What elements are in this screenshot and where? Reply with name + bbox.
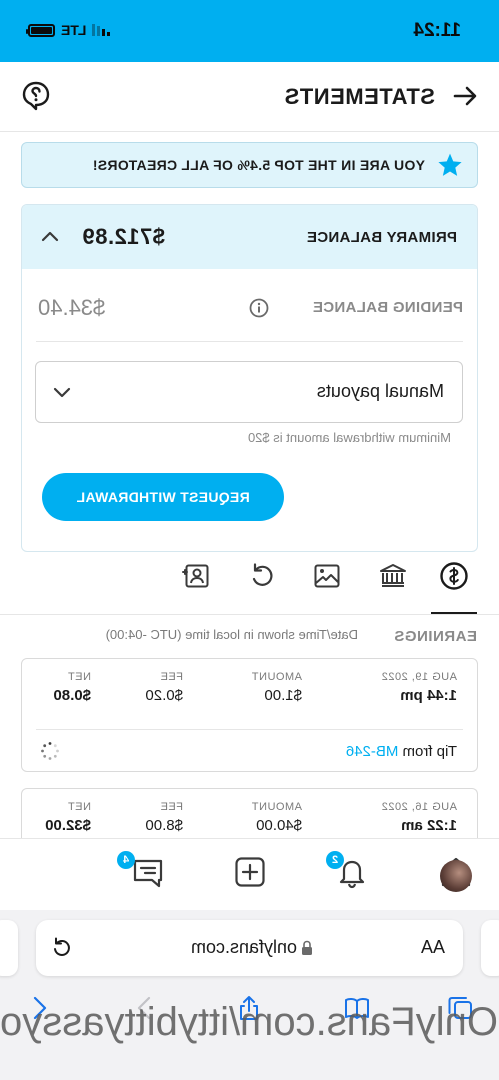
earning-description-text: Tip from <box>402 743 457 760</box>
payout-method-value: Manual payouts <box>316 381 444 401</box>
messages-icon[interactable] <box>131 855 165 889</box>
primary-balance-label: PRIMARY BALANCE <box>306 229 457 246</box>
chevron-down-icon <box>53 387 71 398</box>
signal-icon <box>92 24 111 36</box>
amount-value: $1.00 <box>264 687 302 704</box>
balance-card: PRIMARY BALANCE $712.89 PENDING BALANCE … <box>21 204 478 552</box>
url-text: onlyfans.com <box>190 937 297 957</box>
amount-column-header: AMOUNT <box>251 671 302 683</box>
info-icon[interactable] <box>249 298 269 318</box>
earning-row: AUG 19, 2022 1:44 pm AMOUNT $1.00 FEE $0… <box>21 658 478 772</box>
image-icon[interactable] <box>312 561 342 591</box>
lock-icon <box>302 940 312 955</box>
net-value: $0.80 <box>53 687 91 704</box>
earning-fee: FEE $8.00 <box>145 801 183 834</box>
avatar[interactable] <box>440 860 472 892</box>
battery-icon <box>28 23 55 37</box>
user-card-icon[interactable] <box>181 561 211 591</box>
page-header: STATEMENTS <box>0 62 499 132</box>
earning-description: Tip from MB-246 <box>346 743 457 760</box>
page-title: STATEMENTS <box>284 84 435 109</box>
watermark-text: OnlyFans.com/ittybittyassyo <box>0 1000 498 1044</box>
star-icon <box>438 153 462 176</box>
pending-balance-amount: $34.40 <box>38 295 106 320</box>
notifications-badge: 2 <box>326 851 344 869</box>
reader-settings-button[interactable]: AA <box>421 937 445 958</box>
pending-balance-row: PENDING BALANCE $34.40 <box>22 287 477 327</box>
net-column-header: NET <box>67 801 92 813</box>
amount-column-header: AMOUNT <box>251 801 302 813</box>
divider <box>36 341 463 342</box>
earning-net: NET $32.00 <box>45 801 91 834</box>
net-column-header: NET <box>67 671 92 683</box>
earning-date: AUG 16, 2022 1:22 am <box>381 801 457 834</box>
redo-icon[interactable] <box>247 561 277 591</box>
add-post-icon[interactable] <box>233 855 267 889</box>
status-bar: 11:24 LTE <box>0 0 499 62</box>
reload-icon[interactable] <box>50 936 74 960</box>
fee-column-header: FEE <box>160 671 183 683</box>
earning-time-value: 1:22 am <box>401 817 457 834</box>
net-value: $32.00 <box>45 817 91 834</box>
divider <box>36 729 463 730</box>
earning-date-value: AUG 19, 2022 <box>381 671 457 683</box>
address-bar[interactable]: AA onlyfans.com <box>36 920 463 976</box>
previous-tab-preview[interactable] <box>481 920 499 976</box>
fee-value: $8.00 <box>145 817 183 834</box>
earning-date-value: AUG 16, 2022 <box>381 801 457 813</box>
dollar-circle-icon[interactable] <box>439 561 469 591</box>
tipper-link[interactable]: MB-246 <box>346 743 399 760</box>
request-withdrawal-button[interactable]: REQUEST WITHDRAWAL <box>42 473 284 521</box>
network-type: LTE <box>61 22 87 38</box>
primary-balance-amount: $712.89 <box>82 224 166 249</box>
status-time: 11:24 <box>413 20 461 41</box>
chevron-up-icon[interactable] <box>40 227 60 247</box>
earning-time-value: 1:44 pm <box>400 687 457 704</box>
divider <box>0 614 499 615</box>
arrow-left-icon[interactable] <box>451 82 479 110</box>
browser-chrome: AA onlyfans.com OnlyFans.com/ittybittyas… <box>0 910 499 1080</box>
earning-date: AUG 19, 2022 1:44 pm <box>381 671 457 704</box>
banner-text: YOU ARE IN THE TOP 5.4% OF ALL CREATORS! <box>92 157 426 173</box>
next-tab-preview[interactable] <box>0 920 18 976</box>
status-indicators: LTE <box>28 22 111 38</box>
primary-balance-row[interactable]: PRIMARY BALANCE $712.89 <box>22 205 477 269</box>
help-icon[interactable] <box>22 81 50 111</box>
bottom-tab-bar: 2 4 <box>0 838 499 910</box>
earning-amount: AMOUNT $1.00 <box>251 671 302 704</box>
pending-balance-label: PENDING BALANCE <box>312 299 463 316</box>
fee-value: $0.20 <box>145 687 183 704</box>
bank-icon[interactable] <box>378 561 408 591</box>
statement-tabs <box>0 555 499 615</box>
amount-value: $40.00 <box>256 817 302 834</box>
timezone-note: Date/Time shown in local time (UTC -04:0… <box>105 627 358 642</box>
fee-column-header: FEE <box>160 801 183 813</box>
earnings-header: EARNINGS Date/Time shown in local time (… <box>0 625 499 649</box>
messages-badge: 4 <box>117 851 135 869</box>
earning-fee: FEE $0.20 <box>145 671 183 704</box>
loading-spinner-icon <box>41 742 59 760</box>
earnings-title: EARNINGS <box>393 628 477 645</box>
payout-method-select[interactable]: Manual payouts <box>35 361 463 423</box>
earning-amount: AMOUNT $40.00 <box>251 801 302 834</box>
top-creators-banner: YOU ARE IN THE TOP 5.4% OF ALL CREATORS! <box>21 142 478 188</box>
earning-net: NET $0.80 <box>53 671 91 704</box>
min-withdrawal-hint: Minimum withdrawal amount is $20 <box>247 430 451 445</box>
